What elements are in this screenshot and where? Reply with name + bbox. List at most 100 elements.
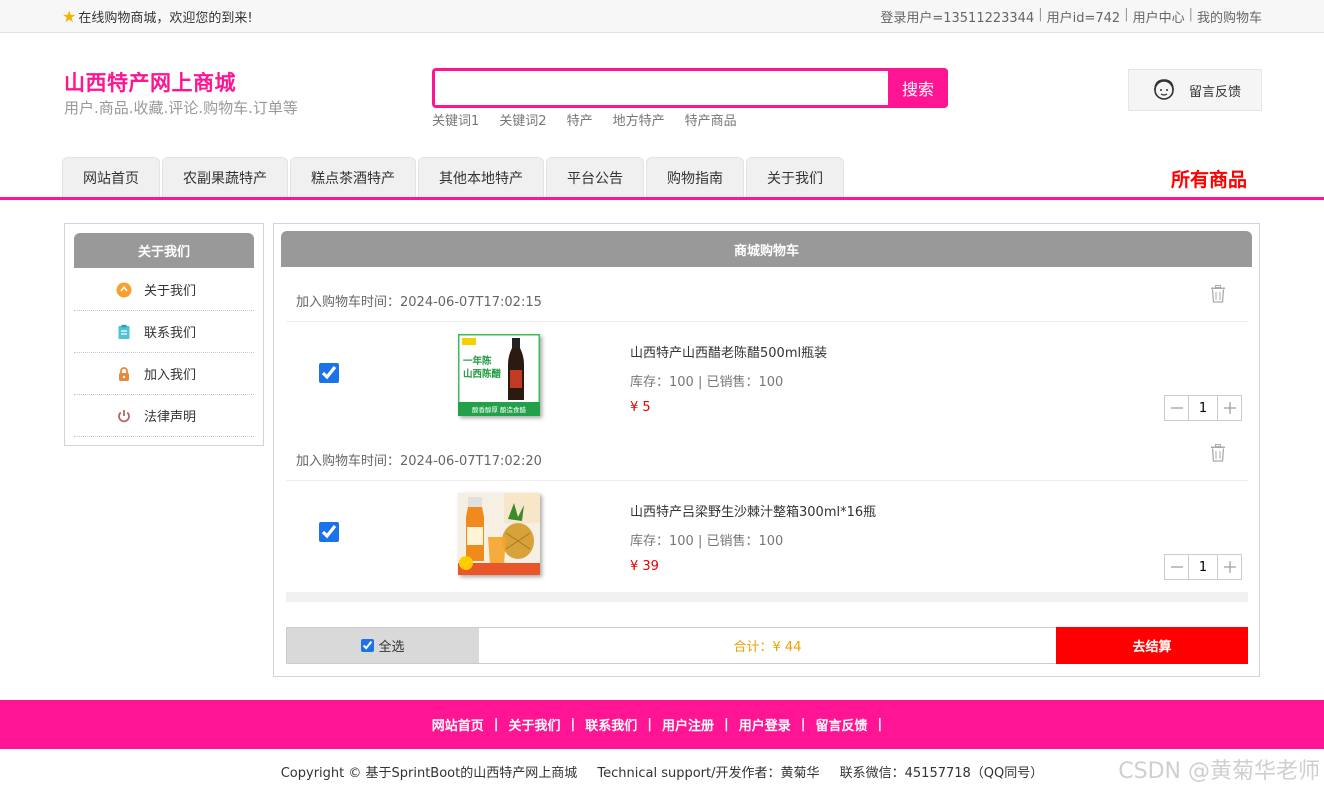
nav-tab-other-local[interactable]: 其他本地特产 <box>418 157 544 197</box>
sidebar-item-about[interactable]: 关于我们 <box>74 269 254 311</box>
nav-tab-pastry-tea-wine[interactable]: 糕点茶酒特产 <box>290 157 416 197</box>
stock-info: 库存：100 | 已销售：100 <box>630 534 784 549</box>
footer-link-register[interactable]: 用户注册 <box>662 715 714 734</box>
quantity-input[interactable] <box>1189 555 1217 579</box>
sidebar-item-legal[interactable]: 法律声明 <box>74 395 254 437</box>
vinegar-label-mid: 山西陈醋 <box>463 368 502 380</box>
hot-keywords: 关键词1 关键词2 特产 地方特产 特产商品 <box>432 110 737 129</box>
product-name[interactable]: 山西特产吕梁野生沙棘汁整箱300ml*16瓶 <box>630 501 876 520</box>
keyword-link[interactable]: 特产商品 <box>685 110 737 129</box>
separator: | <box>1124 7 1129 22</box>
star-icon: ★ <box>62 6 77 26</box>
search-box: 搜索 <box>432 68 948 108</box>
select-all-toggle[interactable]: 全选 <box>287 628 479 663</box>
feedback-button[interactable]: 留言反馈 <box>1128 69 1262 111</box>
plus-icon <box>1223 402 1236 414</box>
footer-link-contact[interactable]: 联系我们 <box>585 715 637 734</box>
added-time: 加入购物车时间：2024-06-07T17:02:15 <box>296 295 542 310</box>
quantity-stepper <box>1164 395 1242 421</box>
keyword-link[interactable]: 关键词1 <box>432 110 479 129</box>
sidebar-item-label: 法律声明 <box>144 410 197 425</box>
decrease-qty-button[interactable] <box>1165 396 1189 420</box>
top-bar: ★ 在线购物商城，欢迎您的到来! 登录用户=13511223344 | 用户id… <box>0 0 1324 33</box>
shopping-cart-panel: 商城购物车 加入购物车时间：2024-06-07T17:02:15 一年陈 山西… <box>273 223 1260 677</box>
stock-info: 库存：100 | 已销售：100 <box>630 375 784 390</box>
minus-icon <box>1170 566 1183 568</box>
footer-link-about[interactable]: 关于我们 <box>508 715 560 734</box>
search-button[interactable]: 搜索 <box>888 68 948 108</box>
separator: | <box>1038 7 1043 22</box>
footer-link-home[interactable]: 网站首页 <box>432 715 484 734</box>
orange-circle-icon <box>116 282 132 298</box>
sidebar-item-contact[interactable]: 联系我们 <box>74 311 254 353</box>
customer-service-icon <box>1154 79 1174 100</box>
user-id-link[interactable]: 用户id=742 <box>1047 7 1121 26</box>
nav-tab-produce[interactable]: 农副果蔬特产 <box>162 157 288 197</box>
product-image-seabuckthorn-juice[interactable] <box>458 493 540 575</box>
contact-text: 联系微信：45157718（QQ同号） <box>839 766 1044 781</box>
feedback-label: 留言反馈 <box>1189 84 1242 100</box>
footer-link-login[interactable]: 用户登录 <box>739 715 791 734</box>
select-all-checkbox[interactable] <box>361 639 375 652</box>
site-title[interactable]: 山西特产网上商城 <box>64 67 236 97</box>
all-goods-link[interactable]: 所有商品 <box>1171 165 1247 192</box>
item-select-checkbox[interactable] <box>319 363 339 383</box>
separator: | <box>1188 7 1193 22</box>
keyword-link[interactable]: 特产 <box>567 110 593 129</box>
sidebar-item-label: 加入我们 <box>144 368 197 383</box>
cart-title: 商城购物车 <box>281 231 1252 267</box>
cart-summary-bar: 全选 合计：¥ 44 去结算 <box>286 627 1248 664</box>
product-price: ¥ 39 <box>630 559 659 574</box>
increase-qty-button[interactable] <box>1217 555 1241 579</box>
cart-divider-bar <box>286 592 1248 602</box>
welcome-message: ★ 在线购物商城，欢迎您的到来! <box>62 7 253 26</box>
vinegar-label-bottom: 酸香醇厚 酿造食醋 <box>472 405 527 414</box>
sidebar-item-join[interactable]: 加入我们 <box>74 353 254 395</box>
quantity-stepper <box>1164 554 1242 580</box>
separator: | <box>800 717 806 732</box>
search-input[interactable] <box>435 71 888 105</box>
separator: | <box>493 717 499 732</box>
separator: | <box>570 717 576 732</box>
added-time: 加入购物车时间：2024-06-07T17:02:20 <box>296 454 542 469</box>
cart-item-time-row: 加入购物车时间：2024-06-07T17:02:15 <box>286 267 1248 322</box>
separator: | <box>724 717 729 732</box>
sidebar-title: 关于我们 <box>74 233 254 268</box>
my-cart-link[interactable]: 我的购物车 <box>1197 7 1262 26</box>
sidebar: 关于我们 关于我们 联系我们 加入我们 法律声明 <box>64 223 264 446</box>
lock-icon <box>116 366 132 382</box>
trash-icon[interactable] <box>1210 444 1226 462</box>
trash-icon[interactable] <box>1210 285 1226 303</box>
checkout-button[interactable]: 去结算 <box>1056 627 1248 664</box>
welcome-text: 在线购物商城，欢迎您的到来! <box>78 11 253 26</box>
nav-tab-about[interactable]: 关于我们 <box>746 157 844 197</box>
increase-qty-button[interactable] <box>1217 396 1241 420</box>
separator: | <box>647 717 652 732</box>
keyword-link[interactable]: 关键词2 <box>499 110 546 129</box>
nav-tab-home[interactable]: 网站首页 <box>62 157 160 197</box>
sidebar-item-label: 关于我们 <box>144 284 197 299</box>
minus-icon <box>1170 407 1183 409</box>
keyword-link[interactable]: 地方特产 <box>613 110 665 129</box>
logged-in-user-link[interactable]: 登录用户=13511223344 <box>880 7 1034 26</box>
footer-link-feedback[interactable]: 留言反馈 <box>816 715 868 734</box>
cart-total: 合计：¥ 44 <box>733 640 802 655</box>
separator: | <box>877 717 883 732</box>
vinegar-label-top: 一年陈 <box>463 355 492 367</box>
product-price: ¥ 5 <box>630 400 651 415</box>
footer-links: 网站首页 | 关于我们 | 联系我们 | 用户注册 | 用户登录 | 留言反馈 | <box>0 700 1324 749</box>
cart-item-time-row: 加入购物车时间：2024-06-07T17:02:20 <box>286 426 1248 481</box>
user-center-link[interactable]: 用户中心 <box>1133 7 1185 26</box>
product-image-vinegar[interactable]: 一年陈 山西陈醋 酸香醇厚 酿造食醋 <box>458 334 540 416</box>
support-text: Technical support/开发作者：黄菊华 <box>597 766 820 781</box>
select-all-label: 全选 <box>378 640 405 655</box>
decrease-qty-button[interactable] <box>1165 555 1189 579</box>
nav-tab-shopping-guide[interactable]: 购物指南 <box>646 157 744 197</box>
product-name[interactable]: 山西特产山西醋老陈醋500ml瓶装 <box>630 342 827 361</box>
nav-divider <box>0 197 1324 200</box>
power-icon <box>116 408 132 424</box>
nav-tab-announcements[interactable]: 平台公告 <box>546 157 644 197</box>
quantity-input[interactable] <box>1189 396 1217 420</box>
item-select-checkbox[interactable] <box>319 522 339 542</box>
sidebar-item-label: 联系我们 <box>144 326 197 341</box>
